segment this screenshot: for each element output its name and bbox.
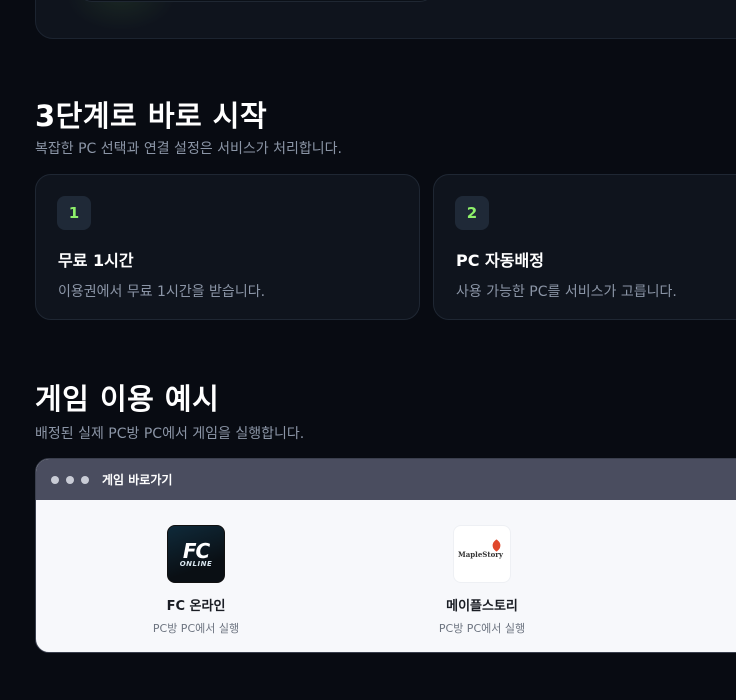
game-launcher-window: 게임 바로가기 FC ONLINE FC 온라인 PC방 PC에서 실행 Map… [35, 458, 736, 653]
game-name: 메이플스토리 [446, 599, 518, 614]
fc-online-icon[interactable]: FC ONLINE [167, 525, 225, 583]
window-dot-icon [81, 476, 89, 484]
step-title: 무료 1시간 [58, 251, 134, 270]
step-card-1: 1 무료 1시간 이용권에서 무료 1시간을 받습니다. [35, 174, 420, 320]
game-shortcut-maplestory[interactable]: MapleStory 메이플스토리 PC방 PC에서 실행 [392, 525, 572, 636]
step-title: PC 자동배정 [456, 251, 544, 270]
window-dot-icon [51, 476, 59, 484]
top-card-partial [35, 0, 736, 39]
game-name: FC 온라인 [166, 599, 226, 614]
step-card-2: 2 PC 자동배정 사용 가능한 PC를 서비스가 고릅니다. [433, 174, 736, 320]
step-number-badge: 2 [455, 196, 489, 230]
maplestory-icon[interactable]: MapleStory [453, 525, 511, 583]
fc-online-icon-subtext: ONLINE [179, 560, 213, 568]
top-card-inner-panel [78, 0, 434, 2]
game-shortcut-fc-online[interactable]: FC ONLINE FC 온라인 PC방 PC에서 실행 [106, 525, 286, 636]
page: 3단계로 바로 시작 복잡한 PC 선택과 연결 설정은 서비스가 처리합니다.… [0, 0, 736, 700]
step-number-badge: 1 [57, 196, 91, 230]
game-caption: PC방 PC에서 실행 [438, 622, 526, 635]
games-section-title: 게임 이용 예시 [35, 382, 220, 416]
games-section-subtitle: 배정된 실제 PC방 PC에서 게임을 실행합니다. [35, 426, 305, 442]
game-caption: PC방 PC에서 실행 [152, 622, 240, 635]
window-title: 게임 바로가기 [102, 473, 173, 487]
step-description: 이용권에서 무료 1시간을 받습니다. [58, 284, 266, 300]
window-titlebar: 게임 바로가기 [36, 459, 736, 500]
steps-section-title: 3단계로 바로 시작 [35, 99, 268, 133]
steps-section-subtitle: 복잡한 PC 선택과 연결 설정은 서비스가 처리합니다. [35, 141, 342, 157]
top-card-glow [66, 0, 176, 31]
step-description: 사용 가능한 PC를 서비스가 고릅니다. [456, 284, 677, 300]
window-dot-icon [66, 476, 74, 484]
